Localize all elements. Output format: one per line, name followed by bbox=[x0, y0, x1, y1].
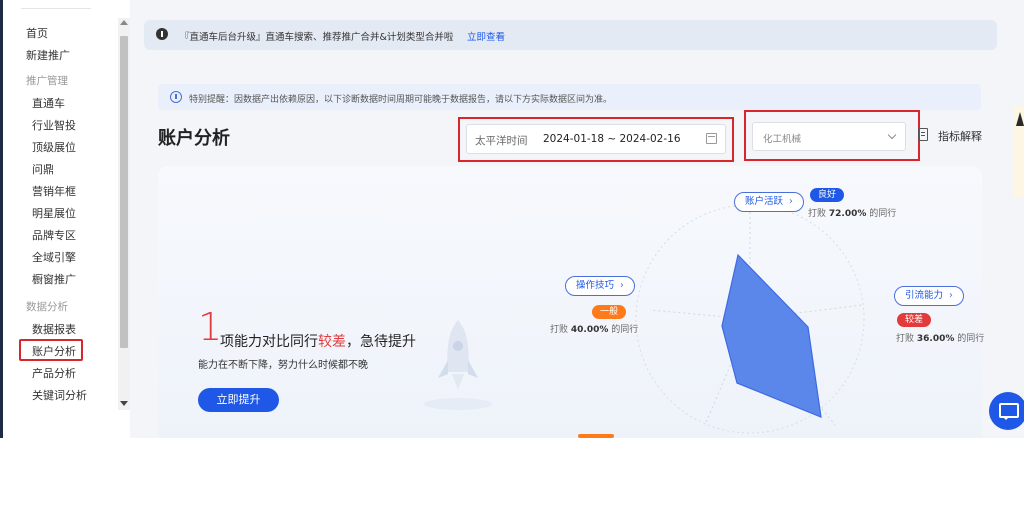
beat-text: 打败 36.00% 的同行 bbox=[896, 331, 984, 344]
metric-explain-label: 指标解释 bbox=[938, 130, 982, 143]
sidebar-item[interactable]: 全域引擎 bbox=[32, 249, 76, 265]
axis-label: 操作技巧 bbox=[576, 280, 615, 291]
sidebar-item[interactable]: 行业智投 bbox=[32, 117, 76, 133]
sidebar-item[interactable]: 营销年框 bbox=[32, 183, 76, 199]
axis-label: 引流能力 bbox=[905, 290, 944, 301]
date-range-value: 2024-01-18 ~ 2024-02-16 bbox=[543, 133, 681, 145]
beat-text: 打败 72.00% 的同行 bbox=[808, 206, 896, 219]
status-badge: 良好 bbox=[810, 188, 845, 202]
sidebar-group-label: 推广管理 bbox=[26, 75, 68, 87]
date-picker-highlight: 太平洋时间 2024-01-18 ~ 2024-02-16 bbox=[458, 117, 734, 162]
weak-ability-count: 1 bbox=[198, 305, 223, 349]
ability-radar-chart bbox=[635, 204, 865, 434]
sidebar-item[interactable]: 首页 bbox=[26, 25, 48, 41]
beat-suffix: 的同行 bbox=[957, 334, 985, 344]
sidebar-item[interactable]: 问鼎 bbox=[32, 161, 54, 177]
sidebar-item[interactable]: 明星展位 bbox=[32, 205, 76, 221]
headline-emphasis: 较差 bbox=[318, 334, 346, 350]
beat-text: 打败 40.00% 的同行 bbox=[550, 322, 638, 335]
sidebar-item[interactable]: 数据报表 bbox=[32, 321, 76, 337]
chevron-right-icon: › bbox=[789, 196, 793, 207]
axis-operation-skill-button[interactable]: 操作技巧 › bbox=[565, 276, 635, 296]
industry-select-highlight: 化工机械 bbox=[744, 110, 920, 161]
summary-headline: 项能力对比同行较差，急待提升 bbox=[220, 331, 416, 351]
industry-select-value: 化工机械 bbox=[763, 134, 802, 145]
industry-select[interactable]: 化工机械 bbox=[752, 122, 906, 151]
info-icon bbox=[170, 91, 182, 103]
chevron-right-icon: › bbox=[949, 290, 953, 301]
document-icon bbox=[918, 128, 928, 141]
axis-label: 账户活跃 bbox=[745, 196, 784, 207]
sidebar-divider bbox=[21, 8, 91, 9]
scroll-down-icon[interactable] bbox=[120, 401, 128, 406]
sidebar-scrollbar[interactable] bbox=[118, 18, 130, 410]
notice-text: 特别提醒：因数据产出依赖原因，以下诊断数据时间周期可能晚于数据报告，请以下方实际… bbox=[189, 95, 613, 105]
sidebar-item[interactable]: 品牌专区 bbox=[32, 227, 76, 243]
partial-badge bbox=[578, 434, 614, 438]
banner-text: 『直通车后台升级』直通车搜索、推荐推广合并&计划类型合并啦 bbox=[180, 32, 454, 43]
date-range-picker[interactable]: 太平洋时间 2024-01-18 ~ 2024-02-16 bbox=[466, 124, 726, 154]
beat-percent: 72.00% bbox=[828, 209, 867, 219]
rocket-illustration bbox=[424, 320, 492, 410]
sidebar-item[interactable]: 橱窗推广 bbox=[32, 271, 76, 287]
page-title: 账户分析 bbox=[158, 128, 230, 149]
headline-pre: 项能力对比同行 bbox=[220, 334, 318, 350]
radar-shape bbox=[721, 253, 822, 418]
beat-prefix: 打败 bbox=[896, 334, 915, 344]
banner-view-link[interactable]: 立即查看 bbox=[467, 29, 505, 43]
upgrade-banner: 『直通车后台升级』直通车搜索、推荐推广合并&计划类型合并啦 立即查看 bbox=[144, 20, 997, 50]
sidebar-item[interactable]: 顶级展位 bbox=[32, 139, 76, 155]
data-notice: 特别提醒：因数据产出依赖原因，以下诊断数据时间周期可能晚于数据报告，请以下方实际… bbox=[158, 84, 981, 110]
chevron-down-icon bbox=[887, 130, 897, 140]
info-filled-icon bbox=[156, 28, 168, 40]
chat-support-icon[interactable] bbox=[989, 392, 1024, 430]
beat-suffix: 的同行 bbox=[869, 209, 897, 219]
axis-account-activity-button[interactable]: 账户活跃 › bbox=[734, 192, 804, 212]
sidebar-item[interactable]: 直通车 bbox=[32, 95, 65, 111]
scroll-up-icon[interactable] bbox=[120, 20, 128, 25]
headline-post: ，急待提升 bbox=[346, 334, 416, 350]
main-content: 『直通车后台升级』直通车搜索、推荐推广合并&计划类型合并啦 立即查看 特别提醒：… bbox=[130, 0, 1024, 438]
axis-traffic-ability-button[interactable]: 引流能力 › bbox=[894, 286, 964, 306]
scroll-thumb[interactable] bbox=[120, 36, 128, 348]
status-badge: 一般 bbox=[592, 305, 627, 319]
chevron-right-icon: › bbox=[620, 280, 624, 291]
summary-subline: 能力在不断下降，努力什么时候都不晚 bbox=[198, 360, 368, 371]
side-helper-widget[interactable] bbox=[1013, 106, 1024, 198]
beat-percent: 36.00% bbox=[916, 334, 955, 344]
beat-prefix: 打败 bbox=[550, 325, 569, 335]
beat-suffix: 的同行 bbox=[611, 325, 639, 335]
sidebar: 首页新建推广推广管理直通车行业智投顶级展位问鼎营销年框明星展位品牌专区全域引擎橱… bbox=[3, 0, 130, 438]
status-badge: 较差 bbox=[897, 313, 932, 327]
improve-now-button[interactable]: 立即提升 bbox=[198, 388, 279, 412]
beat-percent: 40.00% bbox=[570, 325, 609, 335]
sidebar-item[interactable]: 关键词分析 bbox=[32, 387, 87, 403]
active-item-highlight bbox=[19, 339, 83, 361]
calendar-icon[interactable] bbox=[706, 133, 717, 144]
beat-prefix: 打败 bbox=[808, 209, 827, 219]
sidebar-item[interactable]: 新建推广 bbox=[26, 47, 70, 63]
sidebar-item[interactable]: 产品分析 bbox=[32, 365, 76, 381]
sidebar-group-label: 数据分析 bbox=[26, 301, 68, 313]
timezone-label: 太平洋时间 bbox=[475, 135, 528, 147]
